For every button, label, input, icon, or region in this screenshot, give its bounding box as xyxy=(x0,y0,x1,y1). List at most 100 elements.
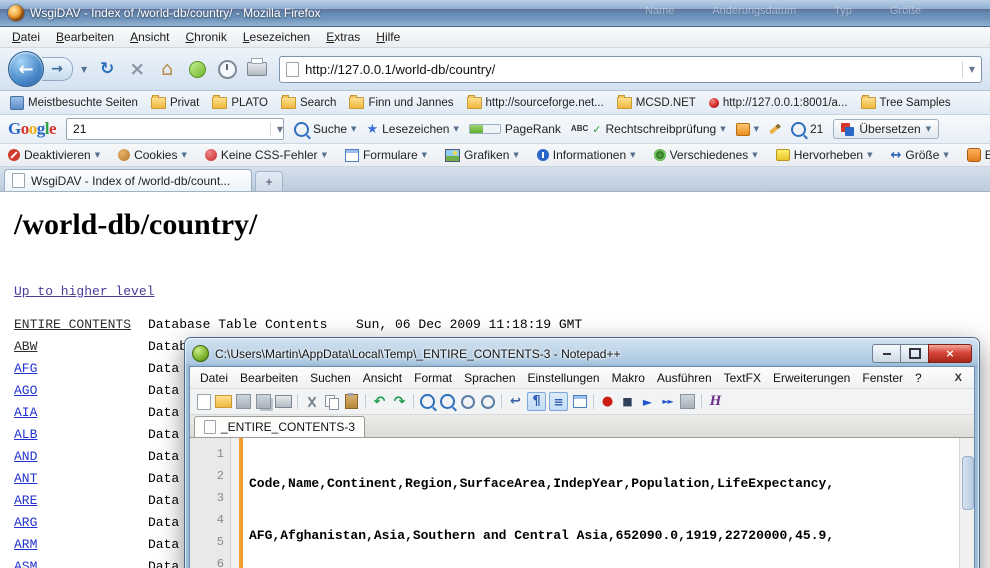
entry-link[interactable]: AND xyxy=(14,446,148,468)
sidewiki-button[interactable] xyxy=(769,127,781,131)
npp-menu-ausfuehren[interactable]: Ausführen xyxy=(651,371,718,385)
editor-area[interactable]: 1 2 3 4 5 6 Code,Name,Continent,Region,S… xyxy=(190,438,974,568)
history-dropdown-icon[interactable]: ▼ xyxy=(79,65,89,74)
doc-switcher-button[interactable] xyxy=(571,393,588,410)
bookmark-search[interactable]: Search xyxy=(281,97,336,109)
save-button[interactable] xyxy=(235,393,252,410)
entry-link[interactable]: ARE xyxy=(14,490,148,512)
autofill-button[interactable]: ▼ xyxy=(736,123,759,136)
npp-menu-format[interactable]: Format xyxy=(408,371,458,385)
tab-entire-contents[interactable]: _ENTIRE_CONTENTS-3 xyxy=(194,416,365,437)
reload-button[interactable]: ↻ xyxy=(95,57,119,81)
stop-macro-button[interactable]: ■ xyxy=(619,393,636,410)
firefox-titlebar[interactable]: WsgiDAV - Index of /world-db/country/ - … xyxy=(0,0,990,27)
entry-link[interactable]: ENTIRE CONTENTS xyxy=(14,314,148,336)
menu-extras[interactable]: Extras xyxy=(318,28,368,46)
undo-button[interactable]: ↶ xyxy=(371,393,388,410)
run-macro-multiple-button[interactable]: ►► xyxy=(659,393,676,410)
entry-link[interactable]: AGO xyxy=(14,380,148,402)
bookmark-finn-und-jannes[interactable]: Finn und Jannes xyxy=(349,97,453,109)
editor-text[interactable]: Code,Name,Continent,Region,SurfaceArea,I… xyxy=(243,438,959,568)
bookmark-sourceforge[interactable]: http://sourceforge.net... xyxy=(467,97,604,109)
google-suche-button[interactable]: Suche▼ xyxy=(294,122,356,137)
webdev-verschiedenes[interactable]: Verschiedenes▼ xyxy=(654,148,758,162)
entry-link[interactable]: ARG xyxy=(14,512,148,534)
replace-button[interactable] xyxy=(439,393,456,410)
bookmark-mcsd[interactable]: MCSD.NET xyxy=(617,97,696,109)
webdev-deaktivieren[interactable]: Deaktivieren▼ xyxy=(8,148,100,162)
url-dropdown-icon[interactable]: ▼ xyxy=(962,61,975,78)
record-macro-button[interactable]: ● xyxy=(599,393,616,410)
webdev-hervorheben[interactable]: Hervorheben▼ xyxy=(776,148,873,162)
entry-link[interactable]: ALB xyxy=(14,424,148,446)
save-all-button[interactable] xyxy=(255,393,272,410)
bookmark-localhost-8001[interactable]: http://127.0.0.1:8001/a... xyxy=(709,97,848,109)
menu-ansicht[interactable]: Ansicht xyxy=(122,28,177,46)
npp-menu-erweiterungen[interactable]: Erweiterungen xyxy=(767,371,856,385)
menu-lesezeichen[interactable]: Lesezeichen xyxy=(235,28,318,46)
url-bar[interactable]: http://127.0.0.1/world-db/country/ ▼ xyxy=(279,56,982,83)
new-tab-button[interactable]: + xyxy=(255,171,283,191)
new-file-button[interactable] xyxy=(195,393,212,410)
word-wrap-button[interactable]: ↩ xyxy=(507,393,524,410)
entry-link[interactable]: AIA xyxy=(14,402,148,424)
minimize-button[interactable] xyxy=(872,344,900,363)
npp-menu-help[interactable]: ? xyxy=(909,371,928,385)
webdev-groesse[interactable]: ↔Größe▼ xyxy=(890,148,948,162)
code-line[interactable]: AFG,Afghanistan,Asia,Southern and Centra… xyxy=(249,525,959,547)
npp-menu-makro[interactable]: Makro xyxy=(606,371,651,385)
vertical-scrollbar[interactable] xyxy=(959,438,974,568)
find-button[interactable] xyxy=(419,393,436,410)
bookmark-plato[interactable]: PLATO xyxy=(212,97,268,109)
npp-menu-fenster[interactable]: Fenster xyxy=(856,371,909,385)
back-button[interactable]: ← xyxy=(8,51,44,87)
google-lesezeichen-button[interactable]: ★Lesezeichen▼ xyxy=(366,122,458,137)
npp-menu-suchen[interactable]: Suchen xyxy=(304,371,357,385)
home-button[interactable]: ⌂ xyxy=(155,57,179,81)
zoom-out-button[interactable] xyxy=(479,393,496,410)
print-button[interactable] xyxy=(275,393,292,410)
menu-chronik[interactable]: Chronik xyxy=(177,28,234,46)
entry-link[interactable]: ASM xyxy=(14,556,148,568)
redo-button[interactable]: ↷ xyxy=(391,393,408,410)
npp-menu-ansicht[interactable]: Ansicht xyxy=(357,371,408,385)
history-button[interactable] xyxy=(215,57,239,81)
tab-wsgidav[interactable]: WsgiDAV - Index of /world-db/count... xyxy=(4,169,252,191)
webdev-informationen[interactable]: Informationen▼ xyxy=(537,148,636,162)
entry-link[interactable]: ARM xyxy=(14,534,148,556)
url-text[interactable]: http://127.0.0.1/world-db/country/ xyxy=(305,62,495,77)
print-button[interactable] xyxy=(245,57,269,81)
webdev-formulare[interactable]: Formulare▼ xyxy=(345,148,427,162)
stop-button[interactable]: × xyxy=(125,57,149,81)
npp-menu-textfx[interactable]: TextFX xyxy=(718,371,767,385)
document-close-icon[interactable]: X xyxy=(955,372,962,384)
npp-menu-bearbeiten[interactable]: Bearbeiten xyxy=(234,371,304,385)
menu-hilfe[interactable]: Hilfe xyxy=(368,28,408,46)
bookmark-privat[interactable]: Privat xyxy=(151,97,199,109)
code-line[interactable]: Code,Name,Continent,Region,SurfaceArea,I… xyxy=(249,473,959,495)
notepad-titlebar[interactable]: C:\Users\Martin\AppData\Local\Temp\_ENTI… xyxy=(189,341,975,366)
cut-button[interactable] xyxy=(303,393,320,410)
entry-link[interactable]: ANT xyxy=(14,468,148,490)
npp-menu-sprachen[interactable]: Sprachen xyxy=(458,371,521,385)
up-to-higher-level-link[interactable]: Up to higher level xyxy=(14,284,154,299)
indent-guide-button[interactable]: ≡ xyxy=(549,392,568,411)
textfx-button[interactable]: H xyxy=(707,393,724,410)
paste-button[interactable] xyxy=(343,393,360,410)
highlight-count[interactable]: 21 xyxy=(791,122,823,137)
bookmark-most-visited[interactable]: Meistbesuchte Seiten xyxy=(10,96,138,110)
open-file-button[interactable] xyxy=(215,393,232,410)
entry-link[interactable]: AFG xyxy=(14,358,148,380)
menu-datei[interactable]: Datei xyxy=(4,28,48,46)
close-button[interactable]: × xyxy=(928,344,972,363)
google-search-input[interactable]: 21▼ xyxy=(66,118,284,140)
entry-link[interactable]: ABW xyxy=(14,336,148,358)
webdev-grafiken[interactable]: Grafiken▼ xyxy=(445,148,519,162)
google-search-value[interactable]: 21 xyxy=(73,122,86,136)
webdev-css[interactable]: Keine CSS-Fehler▼ xyxy=(205,148,327,162)
webdev-extras[interactable]: Extras▼ xyxy=(967,148,990,162)
maximize-button[interactable] xyxy=(900,344,928,363)
uebersetzen-button[interactable]: Übersetzen▼ xyxy=(833,119,939,139)
play-macro-button[interactable]: ► xyxy=(639,393,656,410)
forward-button[interactable]: → xyxy=(42,57,73,81)
